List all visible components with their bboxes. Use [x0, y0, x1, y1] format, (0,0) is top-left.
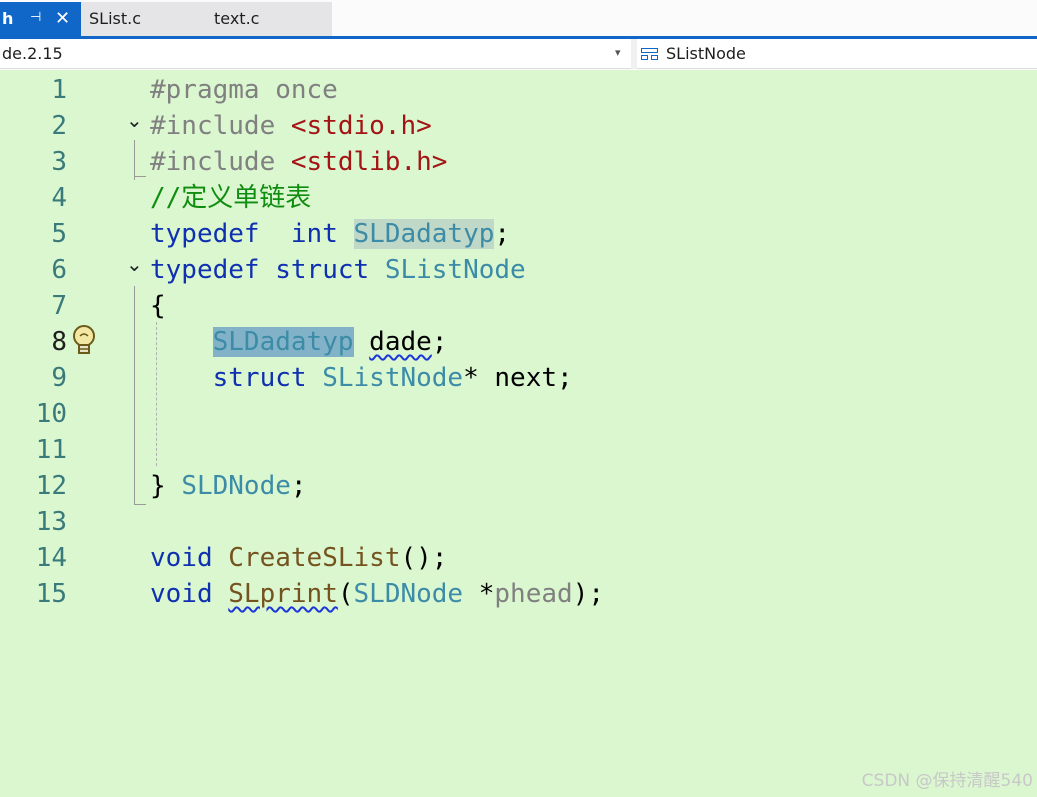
chevron-down-icon[interactable]: ▾ — [615, 46, 621, 59]
brace: } — [150, 471, 166, 501]
type-name: SLDNode — [353, 579, 464, 609]
keyword: typedef — [150, 219, 260, 249]
nav-separator — [631, 39, 637, 69]
code-text: #pragma once — [150, 72, 338, 108]
line-number: 11 — [35, 435, 67, 465]
code-text: typedef int SLDadatyp; — [150, 216, 510, 252]
comment: //定义单链表 — [150, 183, 312, 213]
scope-dropdown[interactable]: de.2.15 — [2, 44, 63, 63]
code-editor[interactable]: ⌄ ⌄ 1 #pragma once 2 #include <stdio.h> … — [0, 70, 1037, 797]
code-text: #include <stdio.h> — [150, 108, 432, 144]
line-number: 5 — [51, 219, 67, 249]
punct: (); — [400, 543, 448, 573]
keyword: void — [150, 579, 213, 609]
code-text: void CreateSList(); — [150, 540, 447, 576]
keyword: int — [290, 219, 338, 249]
code-line: 6 typedef struct SListNode — [0, 252, 1037, 288]
code-line: 5 typedef int SLDadatyp; — [0, 216, 1037, 252]
parameter: phead — [494, 579, 573, 609]
function-name: CreateSList — [228, 543, 401, 573]
code-line: 9 struct SListNode* next; — [0, 360, 1037, 396]
code-text: #include <stdlib.h> — [150, 144, 447, 180]
line-number: 10 — [35, 399, 67, 429]
include-path: <stdlib.h> — [290, 147, 448, 177]
tab-bar: h ⊣ ✕ SList.c text.c — [0, 0, 1037, 36]
code-text: { — [150, 288, 166, 324]
code-line: 12 } SLDNode; — [0, 468, 1037, 504]
line-number: 8 — [51, 327, 67, 357]
punct: ; — [494, 219, 511, 249]
type-name-selected: SLDadatyp — [212, 327, 354, 357]
line-number: 9 — [51, 363, 67, 393]
type-name: SLDadatyp — [353, 219, 495, 249]
code-line: 11 — [0, 432, 1037, 468]
line-number: 1 — [51, 75, 67, 105]
preprocessor: #include — [150, 147, 291, 177]
punct: ; — [431, 327, 448, 357]
keyword: struct — [275, 255, 370, 285]
code-line: 10 — [0, 396, 1037, 432]
code-text: //定义单链表 — [150, 180, 311, 216]
line-number: 6 — [51, 255, 67, 285]
tab-slist-c[interactable]: SList.c — [81, 2, 206, 36]
member-label: SListNode — [666, 44, 746, 63]
brace: { — [150, 291, 166, 321]
tab-text-c[interactable]: text.c — [206, 2, 332, 36]
code-line: 1 #pragma once — [0, 72, 1037, 108]
identifier-error: dade — [369, 327, 432, 357]
code-rest: * next; — [463, 363, 573, 393]
code-text: typedef struct SListNode — [150, 252, 526, 288]
tab-active-header[interactable]: h ⊣ ✕ — [0, 2, 81, 36]
line-number: 4 — [51, 183, 67, 213]
type-name: SLDNode — [181, 471, 291, 501]
punct: ); — [572, 579, 604, 609]
line-number: 13 — [35, 507, 67, 537]
punct: ( — [337, 579, 354, 609]
code-line: 15 void SLprint(SLDNode *phead); — [0, 576, 1037, 612]
code-text: } SLDNode; — [150, 468, 307, 504]
code-area[interactable]: ⌄ ⌄ 1 #pragma once 2 #include <stdio.h> … — [0, 70, 1037, 797]
close-icon[interactable]: ✕ — [55, 8, 70, 29]
pointer-star: * — [478, 579, 495, 609]
code-text: struct SListNode* next; — [150, 360, 573, 396]
code-line: 4 //定义单链表 — [0, 180, 1037, 216]
preprocessor: #include — [150, 111, 291, 141]
tab-label: h — [2, 9, 14, 28]
tab-label: SList.c — [89, 9, 142, 28]
watermark: CSDN @保持清醒540 — [861, 771, 1033, 791]
keyword: void — [150, 543, 213, 573]
line-number: 7 — [51, 291, 67, 321]
function-name-error: SLprint — [228, 579, 338, 609]
code-line: 13 — [0, 504, 1037, 540]
pin-icon[interactable]: ⊣ — [30, 10, 41, 25]
navigation-bar: de.2.15 ▾ SListNode — [0, 39, 1037, 69]
struct-icon — [640, 47, 660, 61]
preprocessor: #pragma once — [150, 75, 338, 105]
type-name: SListNode — [384, 255, 526, 285]
line-number: 3 — [51, 147, 67, 177]
code-text: SLDadatyp dade; — [150, 324, 447, 360]
include-path: <stdio.h> — [290, 111, 432, 141]
keyword: typedef — [150, 255, 260, 285]
member-dropdown[interactable]: SListNode — [640, 44, 746, 63]
code-text: void SLprint(SLDNode *phead); — [150, 576, 604, 612]
code-line-current: 8 SLDadatyp dade; — [0, 324, 1037, 360]
keyword: struct — [212, 363, 307, 393]
line-number: 2 — [51, 111, 67, 141]
tab-label: text.c — [214, 9, 260, 28]
line-number: 15 — [35, 579, 67, 609]
code-line: 3 #include <stdlib.h> — [0, 144, 1037, 180]
type-name: SListNode — [322, 363, 464, 393]
punct: ; — [290, 471, 307, 501]
code-line: 14 void CreateSList(); — [0, 540, 1037, 576]
code-line: 7 { — [0, 288, 1037, 324]
code-line: 2 #include <stdio.h> — [0, 108, 1037, 144]
line-number: 12 — [35, 471, 67, 501]
line-number: 14 — [35, 543, 67, 573]
